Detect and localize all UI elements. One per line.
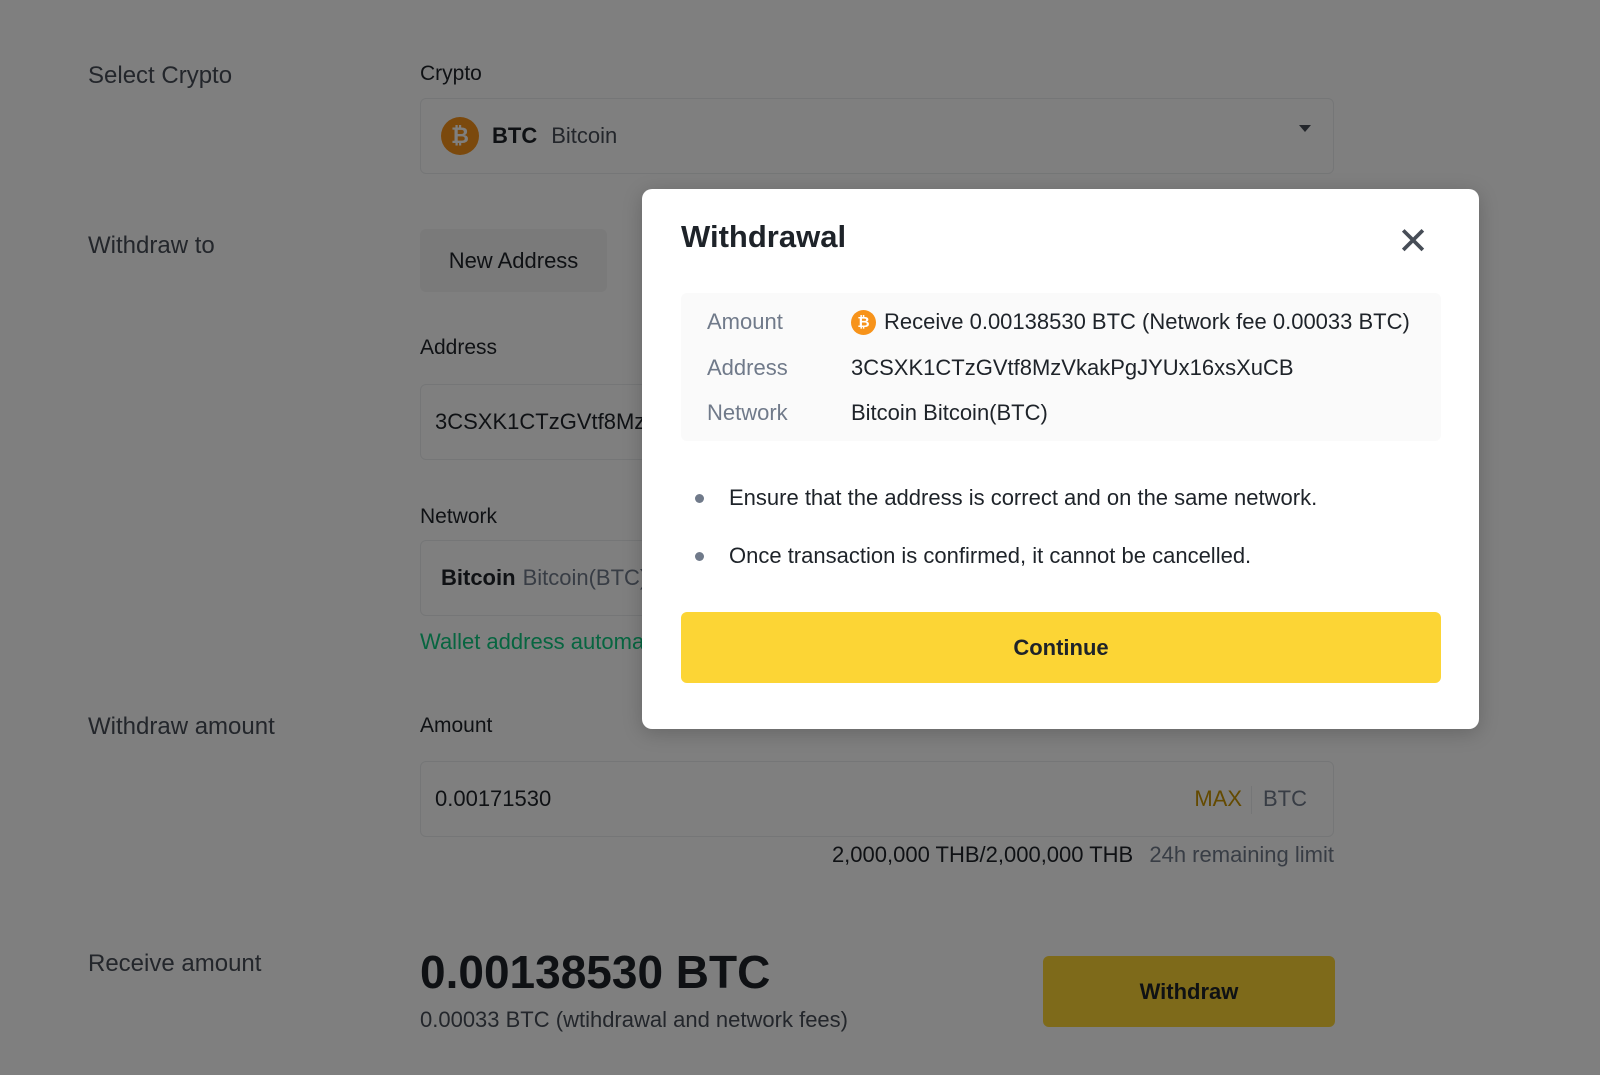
summary-address-key: Address (707, 355, 788, 380)
summary-address-row: Address 3CSXK1CTzGVtf8MzVkakPgJYUx16xsXu… (707, 355, 1294, 381)
modal-title: Withdrawal (681, 219, 847, 254)
summary-amount-key: Amount (707, 309, 783, 334)
summary-network-row: Network Bitcoin Bitcoin(BTC) (707, 400, 1048, 426)
continue-button[interactable]: Continue (681, 612, 1441, 683)
note-item: Once transaction is confirmed, it cannot… (695, 543, 1251, 569)
withdrawal-summary: Amount ₿ Receive 0.00138530 BTC (Network… (681, 293, 1441, 441)
note-item: Ensure that the address is correct and o… (695, 485, 1317, 511)
summary-amount-value: Receive 0.00138530 BTC (Network fee 0.00… (884, 309, 1410, 334)
summary-amount-row: Amount ₿ Receive 0.00138530 BTC (Network… (707, 309, 1410, 335)
note-text: Once transaction is confirmed, it cannot… (729, 543, 1252, 568)
bullet-icon (695, 493, 704, 503)
summary-network-value: Bitcoin Bitcoin(BTC) (851, 400, 1048, 425)
note-text: Ensure that the address is correct and o… (729, 485, 1318, 510)
bullet-icon (695, 551, 704, 561)
withdrawal-modal: Withdrawal ✕ Amount ₿ Receive 0.00138530… (642, 189, 1479, 729)
summary-address-value: 3CSXK1CTzGVtf8MzVkakPgJYUx16xsXuCB (851, 355, 1294, 380)
summary-network-key: Network (707, 400, 788, 425)
bitcoin-icon: ₿ (851, 309, 876, 335)
close-icon[interactable]: ✕ (1397, 223, 1429, 261)
